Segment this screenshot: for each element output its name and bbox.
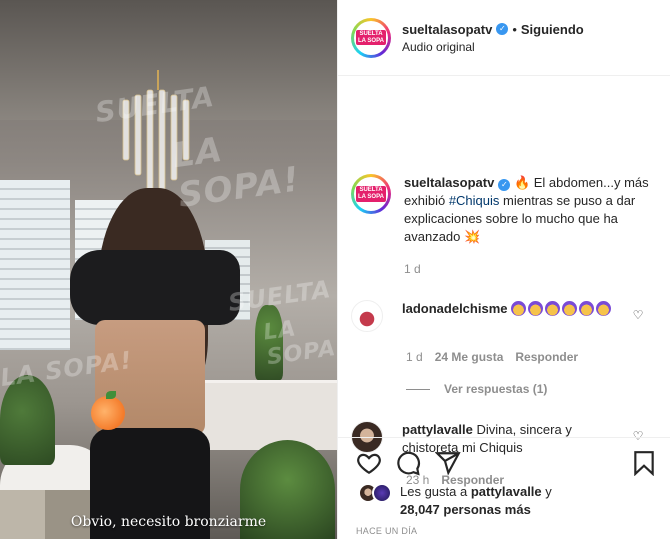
comment-username[interactable]: pattylavalle bbox=[402, 422, 473, 437]
liker-avatar[interactable] bbox=[372, 483, 392, 503]
woman-gesturing-ok-icon bbox=[528, 301, 544, 316]
likes-and: y bbox=[541, 484, 552, 499]
bookmark-icon[interactable] bbox=[631, 450, 657, 476]
commenter-avatar[interactable] bbox=[351, 300, 383, 332]
heart-icon[interactable] bbox=[356, 450, 382, 476]
woman-gesturing-ok-icon bbox=[562, 301, 578, 316]
following-button[interactable]: Siguiendo bbox=[521, 22, 584, 37]
header-username[interactable]: sueltalasopatv bbox=[402, 22, 492, 37]
comment-username[interactable]: ladonadelchisme bbox=[402, 301, 507, 316]
brand-logo-icon: SUELTA LA SOPA bbox=[355, 29, 386, 46]
brand-logo-icon: SUELTA LA SOPA bbox=[355, 186, 386, 202]
likes-count-link[interactable]: 28,047 personas más bbox=[400, 502, 531, 517]
bathroom-cabinet bbox=[200, 380, 337, 450]
peach-sticker-icon bbox=[91, 391, 125, 430]
replies-divider bbox=[406, 388, 430, 390]
comment-text bbox=[511, 301, 613, 316]
view-replies[interactable]: Ver respuestas (1) bbox=[406, 382, 547, 396]
woman-gesturing-ok-icon bbox=[511, 301, 527, 316]
post-caption: SUELTA LA SOPA sueltalasopatv ✓ 🔥 El abdom… bbox=[351, 174, 661, 246]
audio-link[interactable]: Audio original bbox=[402, 40, 584, 54]
verified-badge-icon: ✓ bbox=[496, 23, 509, 35]
comment-likes[interactable]: 24 Me gusta bbox=[435, 350, 504, 364]
window-shutters bbox=[0, 180, 70, 350]
post-header: SUELTA LA SOPA sueltalasopatv ✓ • Siguien… bbox=[338, 0, 670, 76]
comment-time: 1 d bbox=[406, 350, 423, 364]
likes-prefix: Les gusta a bbox=[400, 484, 471, 499]
comment: ladonadelchisme bbox=[351, 300, 661, 332]
liker-avatars bbox=[358, 483, 394, 503]
person-top bbox=[70, 250, 240, 325]
video-caption: Obvio, necesito bronziarme bbox=[70, 514, 267, 530]
hashtag-link[interactable]: #Chiquis bbox=[449, 193, 500, 208]
comment-like-icon[interactable]: ♡ bbox=[632, 309, 644, 321]
view-replies-label[interactable]: Ver respuestas (1) bbox=[444, 382, 547, 396]
post-time-ago: HACE UN DÍA bbox=[356, 526, 418, 536]
reply-button[interactable]: Responder bbox=[515, 350, 578, 364]
verified-badge-icon: ✓ bbox=[498, 179, 511, 191]
comment-icon[interactable] bbox=[395, 450, 421, 476]
caption-username[interactable]: sueltalasopatv bbox=[404, 175, 494, 190]
watermark-logo: LA SOPA! bbox=[261, 316, 337, 371]
account-avatar[interactable]: SUELTA LA SOPA bbox=[351, 174, 391, 214]
account-avatar[interactable]: SUELTA LA SOPA bbox=[351, 17, 391, 58]
share-icon[interactable] bbox=[435, 450, 461, 476]
post-timestamp: 1 d bbox=[404, 262, 421, 276]
likes-user-link[interactable]: pattylavalle bbox=[471, 484, 542, 499]
comment-meta: 1 d 24 Me gusta Responder bbox=[406, 350, 578, 364]
separator-dot: • bbox=[512, 21, 517, 37]
post-sidebar: SUELTA LA SOPA sueltalasopatv ✓ • Siguien… bbox=[337, 0, 670, 539]
post-actions: Les gusta a pattylavalle y 28,047 person… bbox=[338, 437, 670, 539]
woman-gesturing-ok-icon bbox=[596, 301, 612, 316]
post-media[interactable]: SUELTA LA SOPA! SUELTA LA SOPA! LA SOPA!… bbox=[0, 0, 337, 539]
woman-gesturing-ok-icon bbox=[545, 301, 561, 316]
likes-summary: Les gusta a pattylavalle y 28,047 person… bbox=[358, 483, 552, 519]
woman-gesturing-ok-icon bbox=[579, 301, 595, 316]
